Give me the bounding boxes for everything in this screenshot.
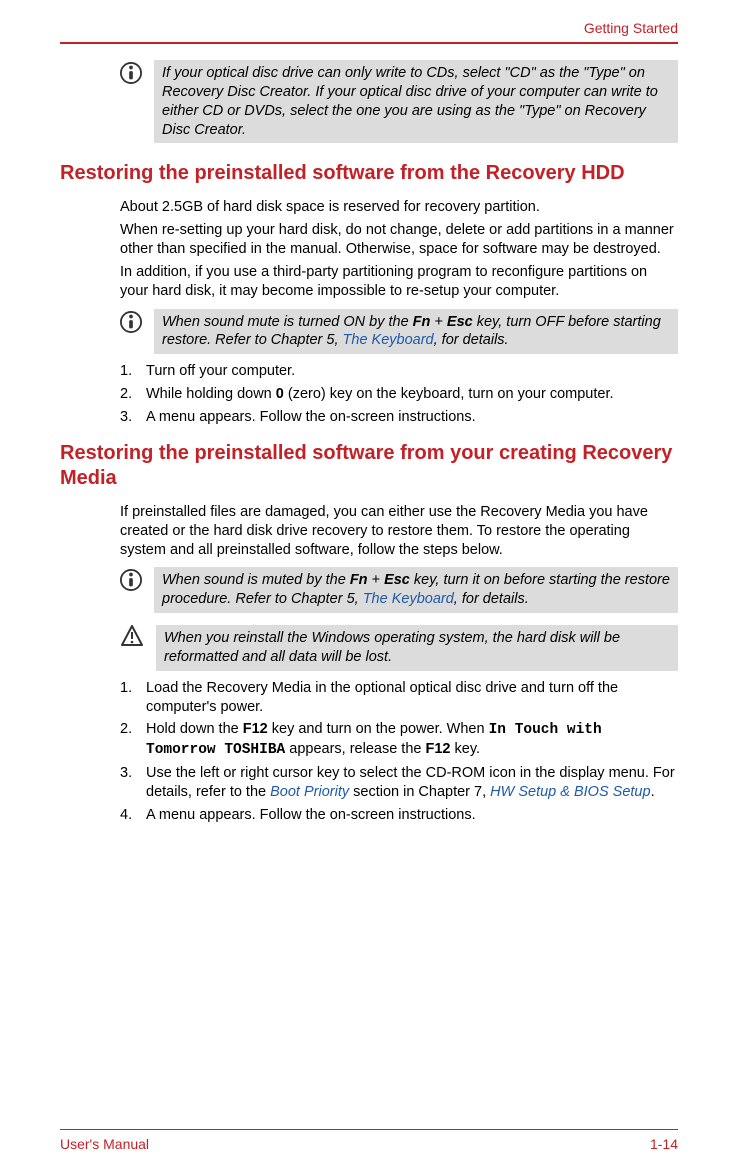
body-paragraph: In addition, if you use a third-party pa…: [120, 263, 678, 301]
header-section-label: Getting Started: [584, 20, 678, 36]
body-paragraph: If preinstalled files are damaged, you c…: [120, 503, 678, 560]
steps-list-1: Turn off your computer. While holding do…: [120, 362, 678, 427]
step-item: Turn off your computer.: [120, 362, 678, 381]
footer-left: User's Manual: [60, 1136, 149, 1152]
footer: User's Manual 1-14: [60, 1129, 678, 1153]
warning-icon: [120, 624, 144, 648]
step-item: A menu appears. Follow the on-screen ins…: [120, 806, 678, 825]
info-icon: [120, 62, 142, 84]
step-item: Use the left or right cursor key to sele…: [120, 764, 678, 802]
steps-list-2: Load the Recovery Media in the optional …: [120, 679, 678, 825]
step-item: A menu appears. Follow the on-screen ins…: [120, 408, 678, 427]
footer-rule: [60, 1129, 678, 1131]
note-text-2: When sound mute is turned ON by the Fn +…: [154, 309, 678, 355]
note-text-1: If your optical disc drive can only writ…: [154, 60, 678, 143]
step-item: While holding down 0 (zero) key on the k…: [120, 385, 678, 404]
info-icon: [120, 311, 142, 333]
note-text-3: When sound is muted by the Fn + Esc key,…: [154, 567, 678, 613]
step-item: Hold down the F12 key and turn on the po…: [120, 720, 678, 760]
note-block-1: If your optical disc drive can only writ…: [120, 60, 678, 143]
heading-restoring-media: Restoring the preinstalled software from…: [60, 441, 678, 491]
body-paragraph: When re-setting up your hard disk, do no…: [120, 221, 678, 259]
body-paragraph: About 2.5GB of hard disk space is reserv…: [120, 198, 678, 217]
note-block-3: When sound is muted by the Fn + Esc key,…: [120, 567, 678, 613]
step-item: Load the Recovery Media in the optional …: [120, 679, 678, 717]
heading-restoring-hdd: Restoring the preinstalled software from…: [60, 161, 678, 186]
header-rule: [60, 42, 678, 44]
footer-page-number: 1-14: [650, 1136, 678, 1152]
info-icon: [120, 569, 142, 591]
warning-text: When you reinstall the Windows operating…: [156, 625, 678, 671]
warning-block: When you reinstall the Windows operating…: [120, 625, 678, 671]
note-block-2: When sound mute is turned ON by the Fn +…: [120, 309, 678, 355]
